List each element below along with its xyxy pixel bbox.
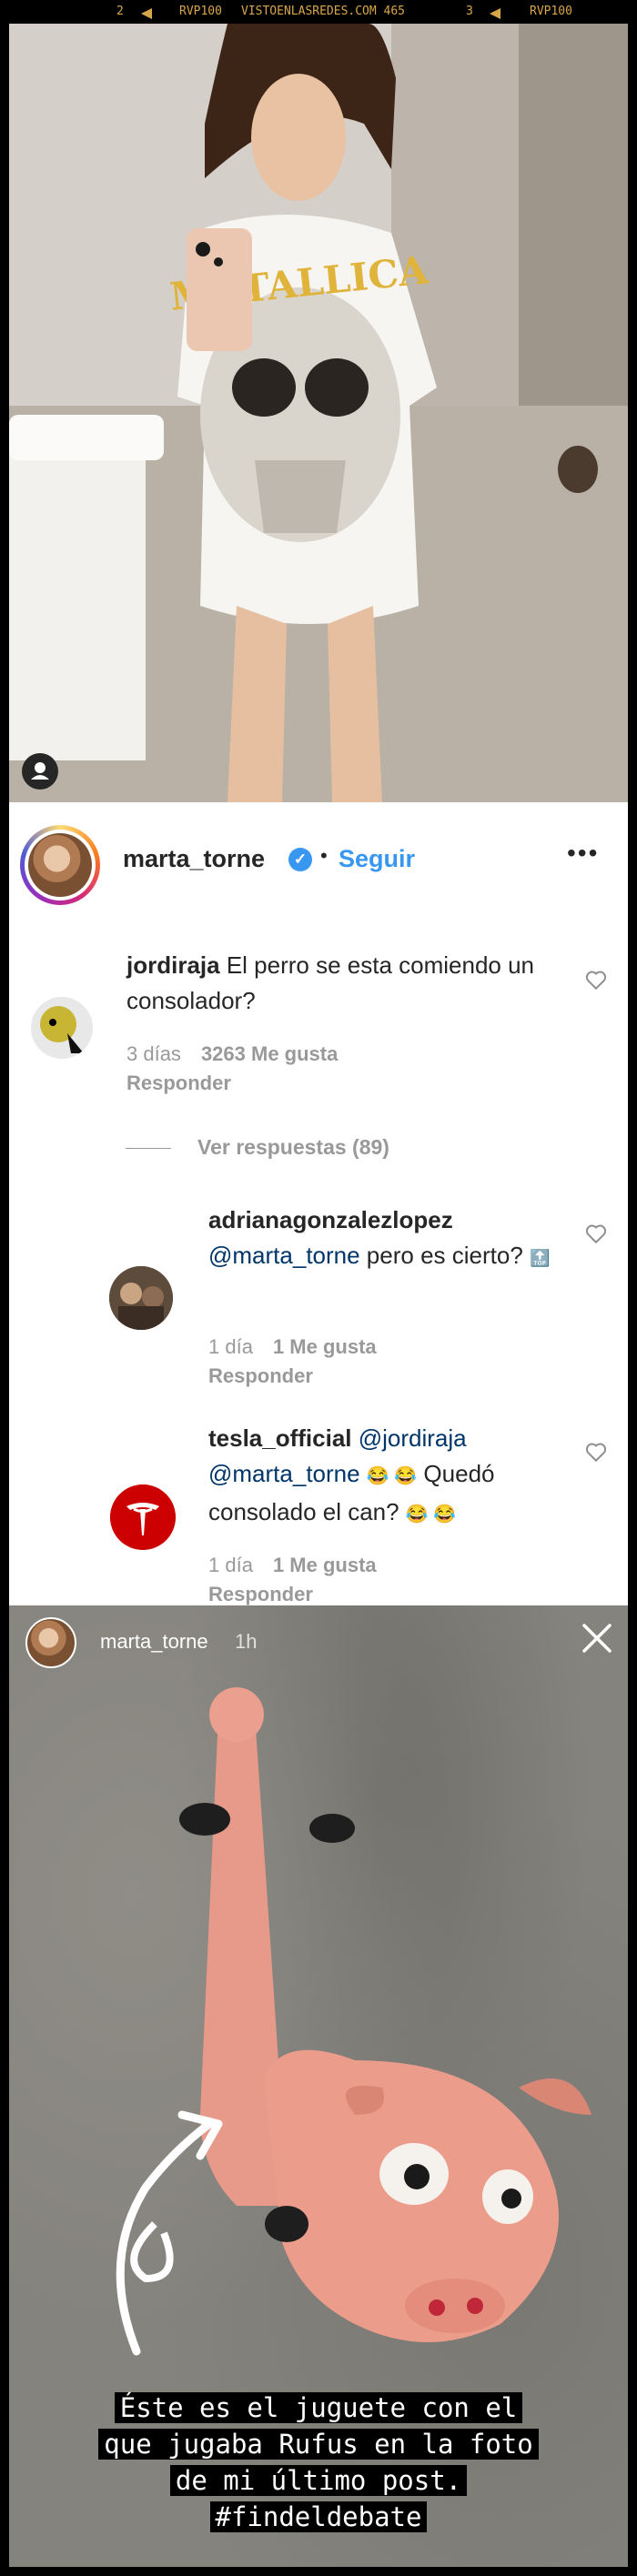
story-caption-line: de mi último post.: [9, 2462, 628, 2499]
filmstrip-bar: 2 RVP100 VISTOENLASREDES.COM 465 3 RVP10…: [0, 0, 637, 24]
reply-text: adrianagonzalezlopez @marta_torne pero e…: [208, 1202, 591, 1276]
comments-section: jordiraja El perro se esta comiendo un c…: [9, 928, 628, 1605]
reply-age: 1 día: [208, 1554, 253, 1576]
tesla-avatar[interactable]: [110, 1484, 176, 1550]
comment-likes[interactable]: 3263 Me gusta: [201, 1042, 338, 1065]
comment-age: 3 días: [126, 1042, 181, 1065]
like-heart-icon[interactable]: [584, 1222, 608, 1245]
reply-mention[interactable]: @marta_torne: [208, 1460, 360, 1487]
close-icon[interactable]: [579, 1620, 615, 1656]
separator-dot: •: [320, 844, 328, 867]
story-username[interactable]: marta_torne: [100, 1630, 208, 1654]
laughing-emoji: 😂 😂: [405, 1504, 457, 1524]
like-heart-icon[interactable]: [584, 1440, 608, 1464]
post-photo[interactable]: METALLICA: [9, 24, 628, 802]
frame-number-left: 2: [116, 5, 124, 18]
verified-check-icon: ✓: [288, 848, 312, 871]
reply-mention[interactable]: @marta_torne: [208, 1242, 360, 1269]
reply-button[interactable]: Responder: [208, 1583, 313, 1605]
story-caption-line: que jugaba Rufus en la foto: [9, 2426, 628, 2462]
commenter-avatar[interactable]: [31, 997, 93, 1059]
story-caption-line: Éste es el juguete con el: [9, 2390, 628, 2426]
more-options-icon[interactable]: •••: [567, 839, 599, 868]
story-timestamp: 1h: [235, 1630, 258, 1653]
comment-text: jordiraja El perro se esta comiendo un c…: [126, 951, 535, 1014]
follow-button[interactable]: Seguir: [339, 845, 415, 873]
post-username[interactable]: marta_torne: [123, 845, 265, 873]
frame-number-right: 3: [466, 5, 473, 18]
view-replies-button[interactable]: Ver respuestas (89): [197, 1135, 389, 1160]
watermark: VISTOENLASREDES.COM 465: [241, 5, 406, 18]
like-heart-icon[interactable]: [584, 968, 608, 991]
comment-meta: 3 días 3263 Me gusta: [126, 1041, 338, 1068]
story-ring-avatar[interactable]: [20, 825, 100, 905]
comment-username[interactable]: jordiraja: [126, 951, 220, 979]
reply-mention[interactable]: @jordiraja: [359, 1424, 467, 1452]
reply-username[interactable]: tesla_official: [208, 1424, 352, 1452]
reply-avatar[interactable]: [109, 1266, 173, 1330]
reply-meta: 1 día 1 Me gusta: [208, 1333, 377, 1361]
view-replies-line: [126, 1148, 171, 1149]
avatar: [28, 833, 92, 897]
frame-arrow-right-icon: [490, 6, 500, 20]
reply-likes[interactable]: 1 Me gusta: [273, 1335, 377, 1358]
reply-button[interactable]: Responder: [126, 1072, 231, 1095]
top-emoji: 🔝: [530, 1249, 551, 1267]
frame-arrow-left-icon: [141, 6, 152, 20]
reply-text: tesla_official @jordiraja @marta_torne 😂…: [208, 1424, 495, 1525]
reply-meta: 1 día 1 Me gusta: [208, 1552, 377, 1579]
post-header: marta_torne ✓ • Seguir •••: [9, 802, 628, 929]
reply-age: 1 día: [208, 1335, 253, 1358]
mirror-selfie-image: METALLICA: [9, 24, 628, 802]
tagged-people-icon[interactable]: [22, 753, 58, 790]
reply-likes[interactable]: 1 Me gusta: [273, 1554, 377, 1576]
story-caption-hashtag[interactable]: #findeldebate: [9, 2499, 628, 2535]
reply-username[interactable]: adrianagonzalezlopez: [208, 1202, 591, 1238]
laughing-emoji: 😂 😂: [366, 1466, 418, 1486]
story-avatar[interactable]: [25, 1617, 76, 1668]
reply-button[interactable]: Responder: [208, 1364, 313, 1388]
story-view[interactable]: marta_torne 1h Éste es el juguete con el…: [9, 1605, 628, 2567]
film-code-left: RVP100: [179, 5, 222, 18]
film-code-right: RVP100: [530, 5, 572, 18]
